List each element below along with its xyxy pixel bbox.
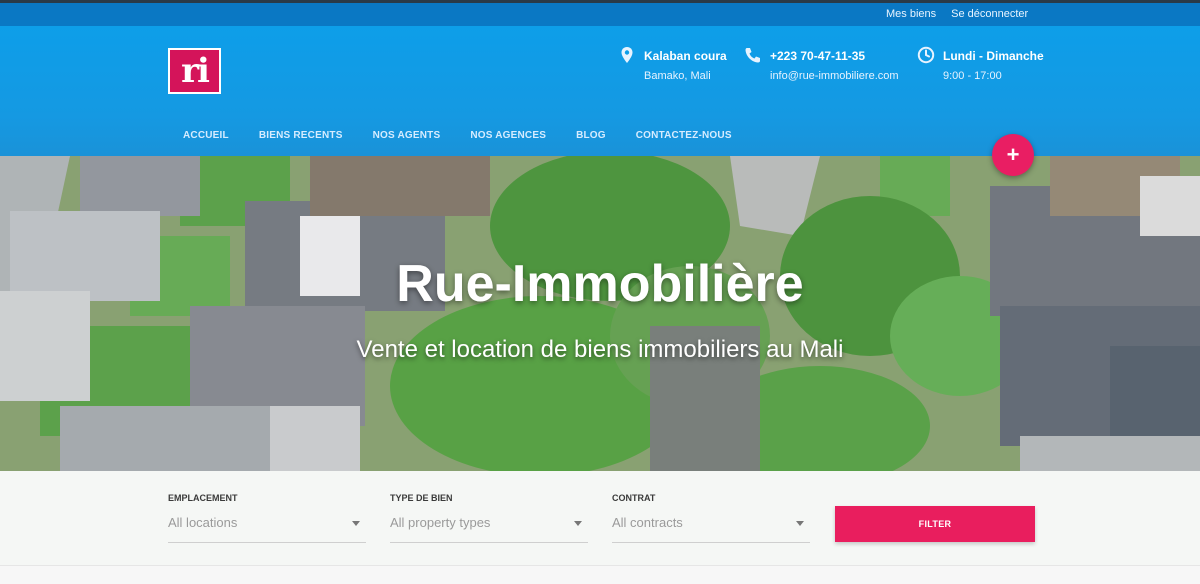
chevron-down-icon: [352, 521, 360, 526]
phone-number: +223 70-47-11-35: [770, 49, 866, 63]
location-value: All locations: [168, 515, 238, 530]
location-line2: Bamako, Mali: [644, 70, 711, 82]
contract-filter: CONTRAT All contracts: [612, 493, 810, 543]
map-pin-icon: [621, 47, 633, 63]
nav-recent-properties[interactable]: BIENS RECENTS: [259, 130, 343, 141]
contact-hours: Lundi - Dimanche 9:00 - 17:00: [917, 44, 1044, 82]
contact-location: Kalaban coura Bamako, Mali: [618, 44, 727, 82]
my-properties-link[interactable]: Mes biens: [886, 8, 936, 20]
clock-icon: [917, 46, 935, 64]
nav-agencies[interactable]: NOS AGENCES: [470, 130, 546, 141]
content-area-top: [0, 565, 1200, 584]
contact-email: info@rue-immobiliere.com: [770, 70, 899, 82]
plus-icon: +: [1006, 142, 1020, 167]
filter-button[interactable]: FILTER: [835, 506, 1035, 542]
nav-blog[interactable]: BLOG: [576, 130, 606, 141]
nav-home[interactable]: ACCUEIL: [183, 130, 229, 141]
property-filter-bar: EMPLACEMENT All locations TYPE DE BIEN A…: [0, 471, 1200, 565]
contact-phone: +223 70-47-11-35 info@rue-immobiliere.co…: [744, 44, 899, 82]
property-type-label: TYPE DE BIEN: [390, 493, 453, 503]
property-type-select[interactable]: All property types: [390, 515, 588, 543]
property-type-value: All property types: [390, 515, 491, 530]
add-property-button[interactable]: +: [992, 134, 1034, 176]
property-type-filter: TYPE DE BIEN All property types: [390, 493, 588, 543]
hours-time: 9:00 - 17:00: [943, 70, 1002, 82]
contract-select[interactable]: All contracts: [612, 515, 810, 543]
contract-label: CONTRAT: [612, 493, 656, 503]
location-label: EMPLACEMENT: [168, 493, 238, 503]
chevron-down-icon: [574, 521, 582, 526]
location-filter: EMPLACEMENT All locations: [168, 493, 366, 543]
location-line1: Kalaban coura: [644, 49, 727, 63]
logo-text: ri: [181, 51, 210, 91]
location-select[interactable]: All locations: [168, 515, 366, 543]
chevron-down-icon: [796, 521, 804, 526]
nav-contact[interactable]: CONTACTEZ-NOUS: [636, 130, 732, 141]
top-bar: Mes biens Se déconnecter: [0, 0, 1200, 26]
phone-icon: [745, 48, 760, 63]
logout-link[interactable]: Se déconnecter: [951, 8, 1028, 20]
nav-agents[interactable]: NOS AGENTS: [373, 130, 441, 141]
hero-subtitle: Vente et location de biens immobiliers a…: [356, 336, 844, 363]
top-links: Mes biens Se déconnecter: [886, 8, 1028, 20]
main-nav: ACCUEIL BIENS RECENTS NOS AGENTS NOS AGE…: [183, 130, 732, 141]
site-logo[interactable]: ri: [168, 48, 221, 94]
contract-value: All contracts: [612, 515, 683, 530]
hero-banner: Rue-Immobilière Vente et location de bie…: [0, 156, 1200, 471]
hero-title: Rue-Immobilière: [396, 255, 804, 313]
hours-days: Lundi - Dimanche: [943, 49, 1044, 63]
